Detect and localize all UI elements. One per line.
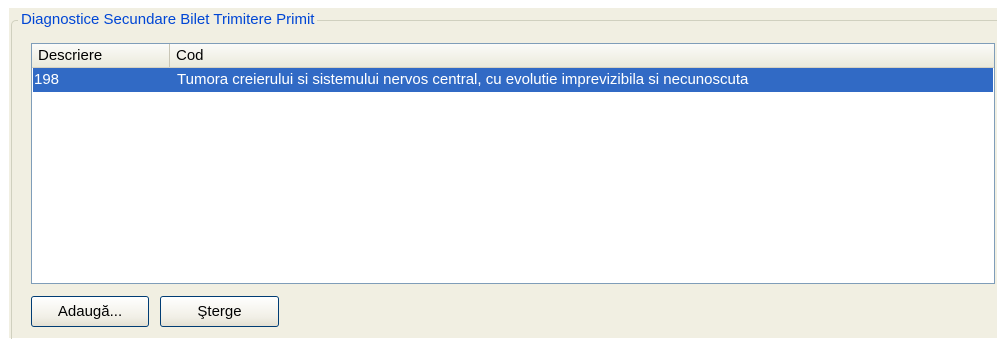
cell-descriere: 198 bbox=[34, 71, 60, 88]
column-header-descriere[interactable]: Descriere bbox=[32, 44, 170, 67]
cell-cod: Tumora creierului si sistemului nervos c… bbox=[177, 71, 749, 88]
list-header: Descriere Cod bbox=[32, 44, 994, 68]
table-row[interactable]: 198 Tumora creierului si sistemului nerv… bbox=[33, 68, 993, 92]
groupbox-title: Diagnostice Secundare Bilet Trimitere Pr… bbox=[18, 10, 318, 30]
add-button[interactable]: Adaugă... bbox=[31, 296, 149, 327]
column-header-cod[interactable]: Cod bbox=[170, 44, 994, 67]
delete-button[interactable]: Şterge bbox=[160, 296, 279, 327]
diagnoses-list[interactable]: Descriere Cod 198 Tumora creierului si s… bbox=[31, 43, 995, 284]
